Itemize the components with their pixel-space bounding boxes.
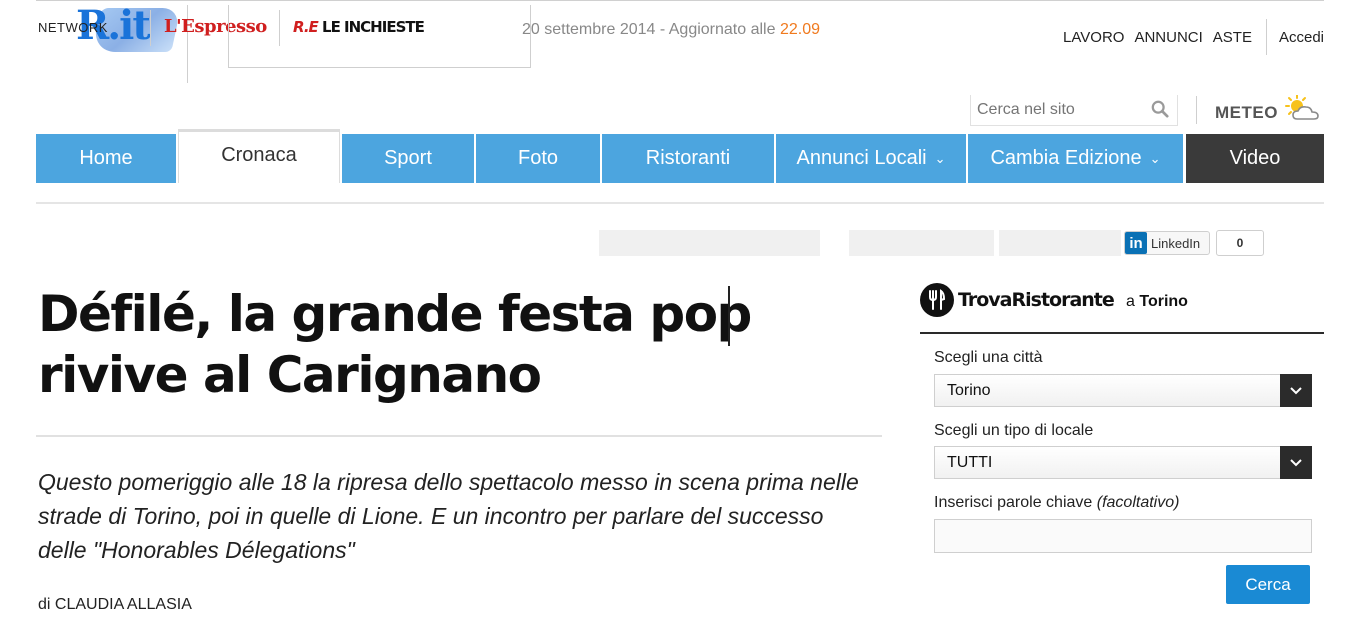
cerca-button[interactable]: Cerca: [1226, 565, 1310, 604]
meteo-link[interactable]: METEO: [1215, 103, 1278, 123]
divider: [1196, 96, 1197, 124]
link-lavoro[interactable]: LAVORO: [1063, 29, 1124, 46]
divider: [36, 435, 882, 437]
weather-sun-cloud-icon[interactable]: [1283, 95, 1321, 123]
keywords-label-text: Inserisci parole chiave: [934, 494, 1093, 511]
date-text: 20 settembre 2014 - Aggiornato alle: [522, 21, 776, 38]
nav-home[interactable]: Home: [36, 134, 176, 183]
divider: [36, 202, 1324, 204]
nav-annunci-locali[interactable]: Annunci Locali ⌄: [776, 134, 966, 183]
main-nav: Home Cronaca Sport Foto Ristoranti Annun…: [36, 129, 1324, 183]
text-cursor: [728, 286, 730, 346]
share-placeholder[interactable]: [599, 230, 820, 256]
nav-label: Foto: [517, 147, 559, 169]
top-links: LAVORO ANNUNCI ASTE Accedi: [1053, 19, 1324, 55]
nav-video[interactable]: Video: [1186, 134, 1324, 183]
search-icon[interactable]: [1151, 100, 1169, 118]
city-select[interactable]: Torino: [934, 374, 1312, 407]
update-time: 22.09: [779, 21, 820, 38]
nav-label: Sport: [384, 147, 432, 169]
fork-knife-icon: [920, 283, 954, 317]
article-byline: di CLAUDIA ALLASIA: [38, 596, 192, 613]
keywords-optional: (facoltativo): [1096, 494, 1180, 511]
nav-label: Annunci Locali: [796, 147, 927, 169]
divider: [1265, 19, 1267, 55]
chevron-down-icon: ⌄: [1149, 150, 1161, 166]
link-annunci[interactable]: ANNUNCI: [1134, 29, 1202, 46]
linkedin-label: LinkedIn: [1151, 235, 1201, 251]
city-name: Torino: [1139, 293, 1188, 310]
date-line: 20 settembre 2014 - Aggiornato alle 22.0…: [522, 21, 820, 39]
chevron-down-icon[interactable]: [1280, 446, 1312, 479]
trova-brand: TrovaRistorante: [958, 289, 1115, 311]
chevron-down-icon: ⌄: [934, 150, 946, 166]
search-input[interactable]: [971, 95, 1141, 125]
divider: [150, 10, 151, 46]
linkedin-share-count: 0: [1216, 230, 1264, 256]
article-summary: Questo pomeriggio alle 18 la ripresa del…: [38, 469, 859, 563]
type-select-value: TUTTI: [947, 453, 993, 471]
nav-cronaca[interactable]: Cronaca: [178, 129, 340, 183]
nav-ristoranti[interactable]: Ristoranti: [602, 134, 774, 183]
date-box: [228, 5, 531, 68]
nav-cambia-edizione[interactable]: Cambia Edizione ⌄: [968, 134, 1183, 183]
article-headline: Défilé, la grande festa pop rivive al Ca…: [38, 285, 752, 404]
network-label: NETWORK: [38, 20, 108, 35]
city-select-value: Torino: [947, 381, 991, 399]
type-select-label: Scegli un tipo di locale: [934, 422, 1094, 439]
city-select-label: Scegli una città: [934, 349, 1043, 366]
city-prefix: a: [1126, 293, 1135, 310]
divider: [920, 332, 1324, 334]
nav-label: Cambia Edizione: [990, 147, 1142, 169]
share-placeholder[interactable]: [849, 230, 994, 256]
login-link[interactable]: Accedi: [1279, 29, 1324, 46]
nav-label: Video: [1229, 147, 1281, 169]
trova-city-heading: a Torino: [1126, 293, 1188, 311]
keywords-input[interactable]: [934, 519, 1312, 553]
type-select[interactable]: TUTTI: [934, 446, 1312, 479]
nav-label: Home: [79, 147, 133, 169]
chevron-down-icon[interactable]: [1280, 374, 1312, 407]
trova-ristorante-logo[interactable]: TrovaRistorante: [920, 283, 1115, 317]
linkedin-icon: in: [1125, 232, 1147, 254]
site-search: [970, 95, 1178, 126]
link-aste[interactable]: ASTE: [1213, 29, 1252, 46]
nav-sport[interactable]: Sport: [342, 134, 474, 183]
repubblica-network-logo[interactable]: R.it NETWORK: [36, 2, 181, 60]
share-placeholder[interactable]: [999, 230, 1121, 256]
nav-foto[interactable]: Foto: [476, 134, 600, 183]
nav-label: Ristoranti: [645, 147, 731, 169]
linkedin-share-button[interactable]: in LinkedIn: [1124, 231, 1210, 255]
nav-label: Cronaca: [221, 144, 297, 166]
keywords-label: Inserisci parole chiave (facoltativo): [934, 494, 1179, 512]
